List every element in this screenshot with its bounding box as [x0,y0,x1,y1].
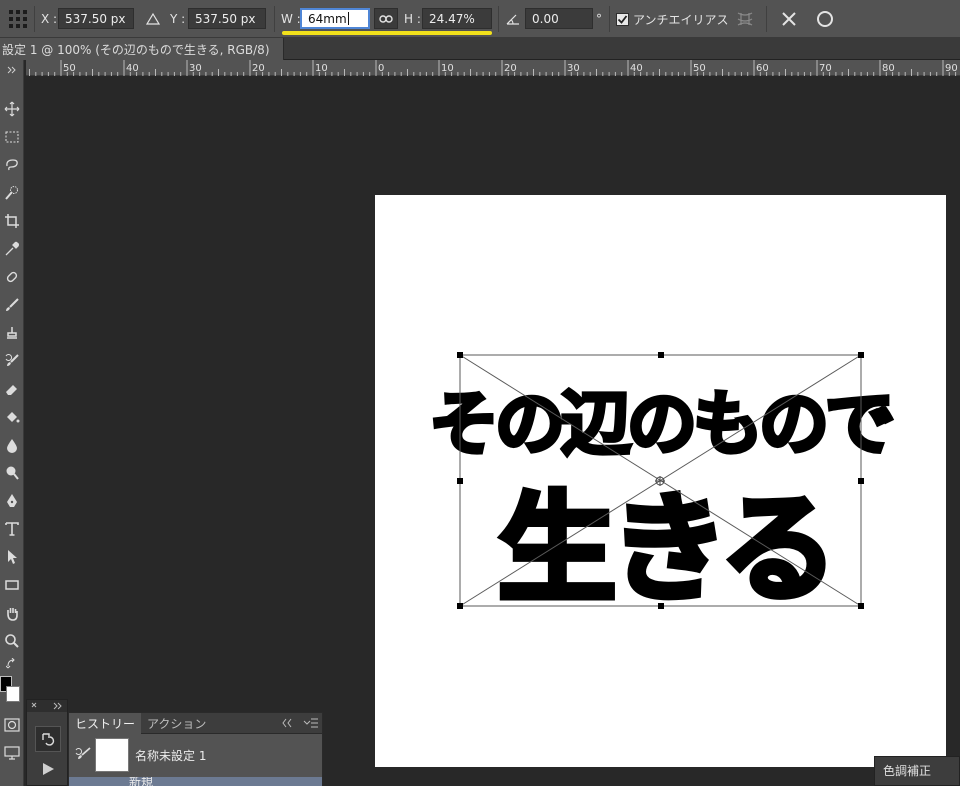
horizontal-ruler[interactable]: 50 40 30 20 10 0 10 20 30 40 50 60 70 80 90 [26,60,960,76]
adjustments-panel[interactable]: 色調補正 [874,756,960,786]
history-state-label: 新規 [129,777,154,786]
eyedropper-tool-icon[interactable] [0,238,24,260]
path-selection-tool-icon[interactable] [0,546,24,568]
background-color-swatch[interactable] [6,686,20,702]
tab-actions[interactable]: アクション [141,713,212,734]
tools-panel [0,60,24,786]
snapshot-thumbnail [95,738,129,772]
actions-panel-icon[interactable] [35,758,61,780]
separator [274,6,275,32]
separator [766,6,767,32]
separator [609,6,610,32]
panel-collapse-icon[interactable] [281,717,293,732]
history-state-row[interactable]: 新規 [69,777,322,786]
y-label: Y : [170,12,186,26]
document-tab-title: 設定 1 @ 100% (その辺のもので生きる, RGB/8) [2,42,270,57]
text-caret [347,12,349,25]
y-position-input[interactable]: 537.50 px [188,8,266,29]
history-source-brush-icon[interactable] [75,747,91,764]
document-tab[interactable]: 設定 1 @ 100% (その辺のもので生きる, RGB/8) [0,38,284,60]
lasso-tool-icon[interactable] [0,154,24,176]
history-panel-icon[interactable] [35,726,61,752]
screen-mode-icon[interactable] [0,742,24,764]
checkbox-checked-icon [616,12,629,26]
healing-brush-tool-icon[interactable] [0,266,24,288]
link-proportions-button[interactable] [374,8,398,29]
x-label: X : [41,12,58,26]
height-input[interactable]: 24.47% [422,8,492,29]
panel-close-expand-icons[interactable] [27,700,67,712]
calligraphy-line-1: その辺のもので [429,383,892,465]
cancel-transform-icon[interactable] [780,0,798,38]
canvas-artwork: その辺のもので 生きる [427,352,898,621]
separator [34,6,35,32]
rectangle-tool-icon[interactable] [0,574,24,596]
calligraphy-line-2: 生きる [498,480,832,618]
width-input[interactable]: 64mm [300,8,370,29]
history-brush-tool-icon[interactable] [0,350,24,372]
hand-tool-icon[interactable] [0,602,24,624]
paint-bucket-tool-icon[interactable] [0,406,24,428]
dodge-tool-icon[interactable] [0,462,24,484]
antialias-checkbox[interactable] [616,0,629,38]
rotation-input[interactable]: 0.00 [525,8,593,29]
degree-symbol: ° [596,12,602,26]
rotate-angle-icon [505,0,521,38]
move-tool-icon[interactable] [0,98,24,120]
brush-tool-icon[interactable] [0,294,24,316]
history-snapshot-row[interactable]: 名称未設定 1 [69,735,322,775]
document-canvas[interactable]: その辺のもので 生きる [375,195,946,767]
swap-colors-icon[interactable] [0,656,24,672]
highlight-underline [282,31,492,35]
marquee-tool-icon[interactable] [0,126,24,148]
clone-stamp-tool-icon[interactable] [0,322,24,344]
panel-menu-icon[interactable] [303,717,319,732]
zoom-tool-icon[interactable] [0,630,24,652]
tab-history[interactable]: ヒストリー [69,713,142,734]
width-input-value: 64mm [308,11,347,26]
commit-transform-icon[interactable] [816,0,834,38]
h-label: H : [404,12,421,26]
w-label: W : [281,12,301,26]
quick-mask-icon[interactable] [0,714,24,736]
warp-mode-icon[interactable] [735,0,755,38]
ruler-ticks: 50 40 30 20 10 0 10 20 30 40 50 60 70 80 90 [29,60,958,76]
blur-tool-icon[interactable] [0,434,24,456]
collapsed-panel-dock [26,699,68,786]
adjustments-panel-tab: 色調補正 [883,764,932,778]
document-tab-bar: 設定 1 @ 100% (その辺のもので生きる, RGB/8) [0,38,960,60]
ruler-tick-label: 0 [378,63,384,74]
antialias-label: アンチエイリアス [633,12,729,27]
reference-point-grid-icon[interactable] [8,0,28,38]
pen-tool-icon[interactable] [0,490,24,512]
x-position-input[interactable]: 537.50 px [58,8,134,29]
quick-selection-tool-icon[interactable] [0,182,24,204]
eraser-tool-icon[interactable] [0,378,24,400]
toolbar-collapse-icon[interactable] [0,62,24,78]
snapshot-name: 名称未設定 1 [135,749,207,763]
relative-position-icon[interactable] [146,0,160,38]
type-tool-icon[interactable] [0,518,24,540]
separator [498,6,499,32]
history-panel: ヒストリー アクション 名称未設定 1 新規 [68,712,323,786]
options-bar: X : 537.50 px Y : 537.50 px W : 64mm H :… [0,0,960,38]
crop-tool-icon[interactable] [0,210,24,232]
link-icon [379,14,393,23]
